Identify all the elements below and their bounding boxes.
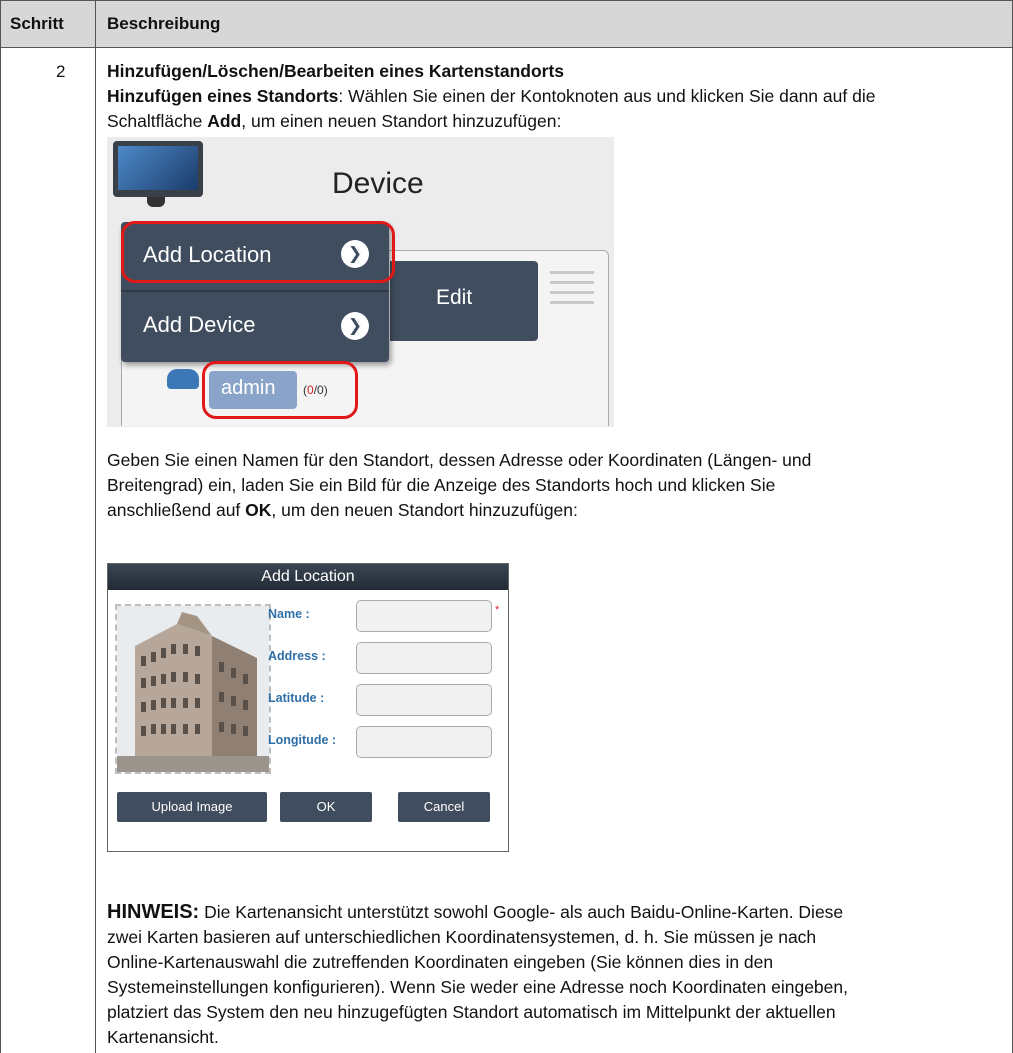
paragraph-2-line-2: Breitengrad) ein, laden Sie ein Bild für… bbox=[107, 475, 776, 495]
header-description: Beschreibung bbox=[107, 14, 221, 33]
header-step: Schritt bbox=[10, 14, 64, 33]
field-label-latitude: Latitude : bbox=[268, 691, 325, 705]
step-number: 2 bbox=[56, 62, 66, 81]
menu-item-add-device[interactable]: Add Device bbox=[143, 312, 256, 338]
device-label: Device bbox=[332, 167, 424, 200]
note-line-1: HINWEIS: Die Kartenansicht unterstützt s… bbox=[107, 901, 844, 923]
highlight-admin bbox=[202, 361, 358, 419]
add-location-text-2: Schaltfläche Add, um einen neuen Standor… bbox=[107, 111, 562, 131]
monitor-icon bbox=[113, 141, 203, 197]
chevron-right-icon: ❯ bbox=[341, 312, 369, 340]
screenshot-add-location-menu: Device Edit Add Location ❯ Add Device ❯ … bbox=[107, 137, 614, 427]
note-line-3: Online-Kartenauswahl die zutreffenden Ko… bbox=[107, 952, 774, 972]
list-icon[interactable] bbox=[550, 267, 594, 307]
note-line-2: zwei Karten basieren auf unterschiedlich… bbox=[107, 927, 817, 947]
location-image-preview[interactable] bbox=[115, 604, 271, 774]
instruction-table: Schritt Beschreibung 2 Hinzufügen/Lösche… bbox=[0, 0, 1013, 1053]
field-label-longitude: Longitude : bbox=[268, 733, 337, 747]
building-image bbox=[117, 606, 269, 772]
dialog-title: Add Location bbox=[261, 568, 355, 585]
edit-button[interactable]: Edit bbox=[390, 261, 538, 341]
add-location-text: Hinzufügen eines Standorts: Wählen Sie e… bbox=[107, 86, 876, 106]
highlight-add-location bbox=[121, 221, 395, 283]
field-label-address: Address : bbox=[268, 649, 326, 663]
longitude-input[interactable] bbox=[356, 726, 492, 758]
note-line-5: platziert das System den neu hinzugefügt… bbox=[107, 1002, 836, 1022]
name-input[interactable] bbox=[356, 600, 492, 632]
monitor-stand bbox=[147, 197, 165, 207]
field-label-name: Name : bbox=[268, 607, 310, 621]
required-marker: * bbox=[495, 604, 500, 616]
cancel-button[interactable]: Cancel bbox=[398, 792, 490, 822]
ok-button[interactable]: OK bbox=[280, 792, 372, 822]
note-line-4: Systemeinstellungen konfigurieren). Wenn… bbox=[107, 977, 848, 997]
step-heading: Hinzufügen/Löschen/Bearbeiten eines Kart… bbox=[107, 61, 565, 81]
paragraph-2-line-3: anschließend auf OK, um den neuen Stando… bbox=[107, 500, 578, 520]
account-icon bbox=[167, 369, 199, 389]
screenshot-add-location-dialog: Add Location Name : * Address: Latitude… bbox=[107, 563, 509, 852]
dialog-title-bar: Add Location bbox=[108, 564, 508, 590]
latitude-input[interactable] bbox=[356, 684, 492, 716]
address-input[interactable] bbox=[356, 642, 492, 674]
note-line-6: Kartenansicht. bbox=[107, 1027, 219, 1047]
paragraph-2-line-1: Geben Sie einen Namen für den Standort, … bbox=[107, 450, 812, 470]
upload-image-button[interactable]: Upload Image bbox=[117, 792, 267, 822]
